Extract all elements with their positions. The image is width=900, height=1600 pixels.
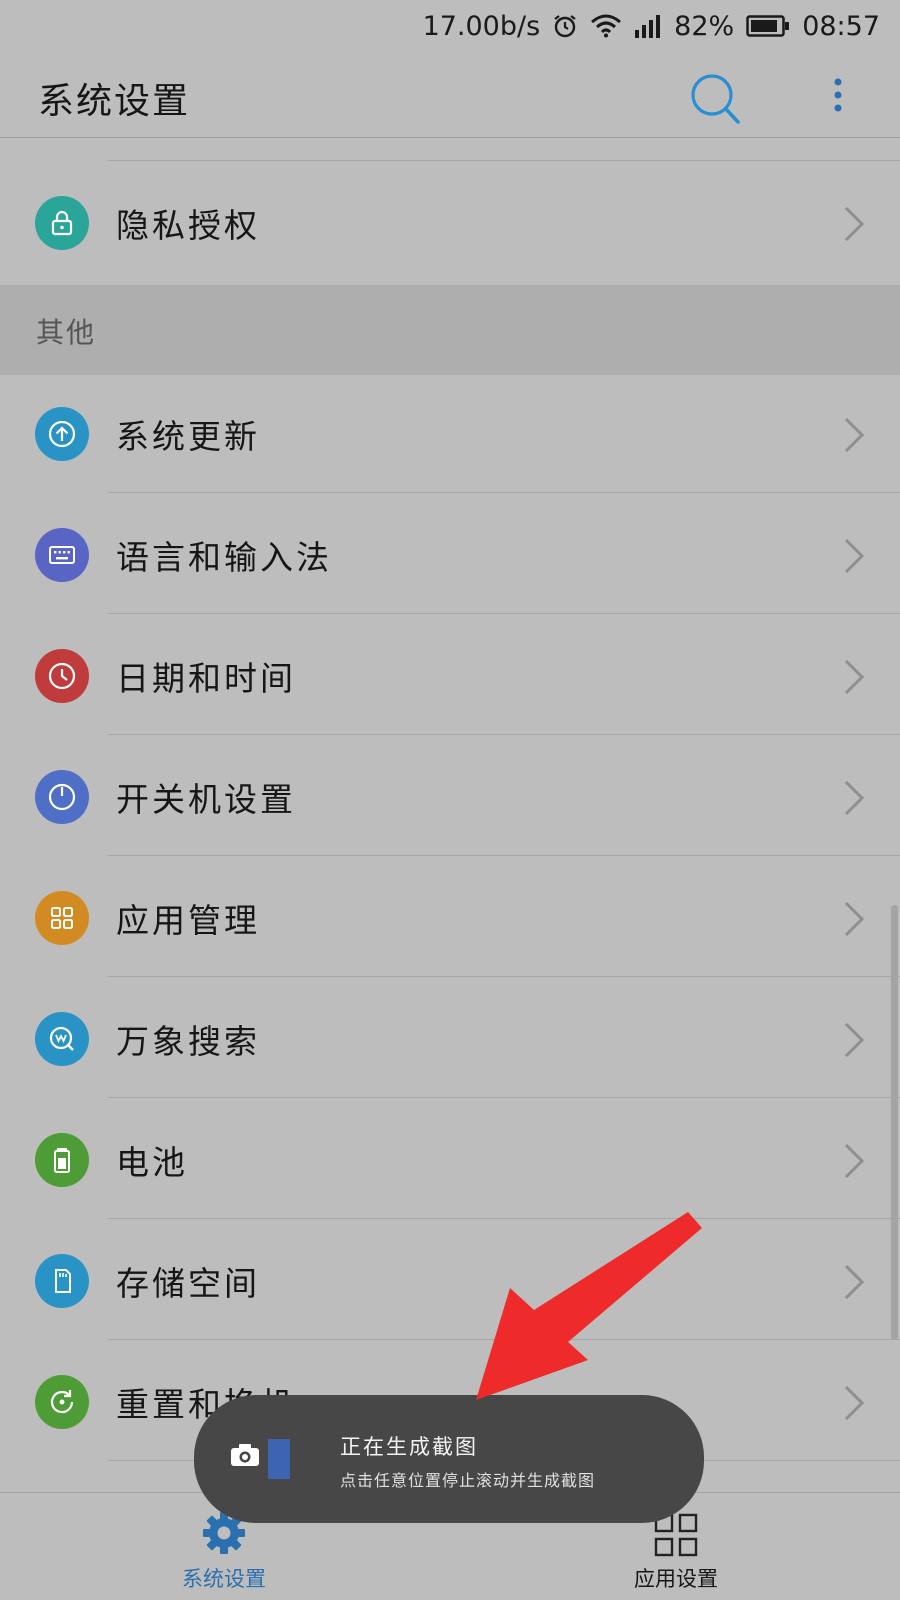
settings-item-label: 万象搜索 — [116, 1022, 260, 1061]
settings-item[interactable]: 电池 — [0, 1098, 900, 1220]
app-bar: 系统设置 — [0, 52, 900, 138]
chevron-right-icon — [844, 780, 865, 816]
screenshot-toast[interactable]: 正在生成截图 点击任意位置停止滚动并生成截图 — [194, 1395, 704, 1523]
battery-icon — [35, 1133, 89, 1187]
more-options-button[interactable] — [826, 72, 850, 128]
chevron-right-icon — [844, 206, 865, 242]
nav-label: 系统设置 — [182, 1567, 266, 1591]
camera-icon — [231, 1444, 259, 1466]
settings-item-label: 日期和时间 — [116, 659, 296, 698]
network-speed: 17.00b/s — [422, 10, 541, 42]
nav-label: 应用设置 — [634, 1567, 718, 1591]
screenshot-preview — [268, 1439, 290, 1479]
settings-item[interactable]: 日期和时间 — [0, 614, 900, 736]
status-bar: 17.00b/s 82% 08:57 — [0, 0, 900, 52]
search-icon — [691, 74, 740, 124]
toast-subtitle: 点击任意位置停止滚动并生成截图 — [340, 1471, 596, 1490]
settings-item[interactable]: 应用管理 — [0, 856, 900, 978]
apps-grid-icon — [35, 891, 89, 945]
settings-item-privacy[interactable]: 隐私授权 — [0, 161, 900, 283]
settings-item[interactable]: 万象搜索 — [0, 977, 900, 1099]
section-title: 其他 — [36, 316, 97, 349]
search-button[interactable] — [688, 72, 744, 128]
chevron-right-icon — [844, 417, 865, 453]
chevron-right-icon — [844, 659, 865, 695]
settings-item-label: 开关机设置 — [116, 780, 296, 819]
more-vertical-icon — [834, 78, 842, 112]
battery-status-icon — [746, 15, 790, 37]
lock-icon — [35, 196, 89, 250]
sd-card-icon — [35, 1254, 89, 1308]
search-w-icon — [35, 1012, 89, 1066]
settings-item-label: 电池 — [116, 1143, 188, 1182]
settings-item[interactable]: 语言和输入法 — [0, 493, 900, 615]
toast-title: 正在生成截图 — [340, 1435, 478, 1459]
chevron-right-icon — [844, 1022, 865, 1058]
signal-icon — [634, 14, 662, 38]
settings-item[interactable]: 存储空间 — [0, 1219, 900, 1341]
section-header: 其他 — [0, 285, 900, 375]
chevron-right-icon — [844, 1385, 865, 1421]
page-title: 系统设置 — [38, 81, 191, 122]
scrollbar[interactable] — [891, 905, 898, 1340]
settings-item-label: 应用管理 — [116, 901, 260, 940]
chevron-right-icon — [844, 1143, 865, 1179]
alarm-icon — [552, 13, 578, 39]
arrow-up-circle-icon — [35, 407, 89, 461]
settings-item[interactable]: 开关机设置 — [0, 735, 900, 857]
clock-time: 08:57 — [802, 10, 880, 42]
wifi-icon — [590, 14, 622, 38]
chevron-right-icon — [844, 901, 865, 937]
reset-icon — [35, 1375, 89, 1429]
settings-item-label: 隐私授权 — [116, 206, 260, 245]
power-icon — [35, 770, 89, 824]
chevron-right-icon — [844, 1264, 865, 1300]
keyboard-icon — [35, 528, 89, 582]
settings-item-label: 系统更新 — [116, 417, 260, 456]
settings-item-label: 语言和输入法 — [116, 538, 332, 577]
settings-item-label: 存储空间 — [116, 1264, 260, 1303]
clock-icon — [35, 649, 89, 703]
battery-percent: 82% — [674, 10, 735, 42]
settings-item[interactable]: 系统更新 — [0, 372, 900, 494]
chevron-right-icon — [844, 538, 865, 574]
